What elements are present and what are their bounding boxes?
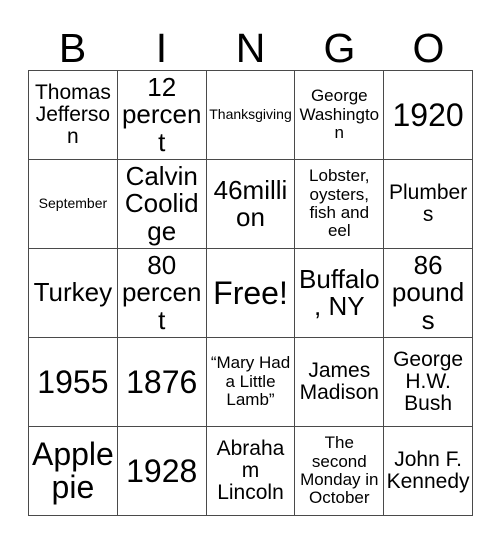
bingo-card: B I N G O Thomas Jefferson 12 percent Th… (28, 12, 473, 516)
bingo-cell-b4[interactable]: 1955 (29, 338, 118, 427)
bingo-cell-text: 1928 (126, 452, 198, 489)
bingo-cell-text: Abraham Lincoln (216, 436, 285, 505)
bingo-cell-text: 1920 (392, 96, 464, 133)
bingo-row: Thomas Jefferson 12 percent Thanksgiving… (29, 71, 473, 160)
bingo-cell-text: Calvin Coolidge (124, 161, 199, 246)
bingo-cell-i2[interactable]: Calvin Coolidge (117, 160, 207, 249)
bingo-cell-b2[interactable]: September (29, 160, 118, 249)
bingo-row: September Calvin Coolidge 46million Lobs… (29, 160, 473, 249)
bingo-header-letter-i: I (155, 25, 168, 71)
bingo-cell-text: 1955 (37, 363, 109, 400)
bingo-cell-text: The second Monday in October (300, 433, 379, 508)
bingo-row: Turkey 80 percent Free! Buffalo, NY 86 p… (29, 249, 473, 338)
bingo-cell-b5[interactable]: Apple pie (29, 427, 118, 516)
bingo-cell-text: Lobster, oysters, fish and eel (309, 166, 370, 241)
bingo-cell-g5[interactable]: The second Monday in October (295, 427, 385, 516)
bingo-cell-text: Thomas Jefferson (34, 80, 111, 149)
bingo-cell-o4[interactable]: George H.W. Bush (384, 338, 473, 427)
bingo-row: 1955 1876 “Mary Had a Little Lamb” James… (29, 338, 473, 427)
bingo-cell-text: Apple pie (31, 436, 114, 505)
bingo-cell-i3[interactable]: 80 percent (117, 249, 207, 338)
bingo-cell-g3[interactable]: Buffalo, NY (295, 249, 385, 338)
bingo-cell-i1[interactable]: 12 percent (117, 71, 207, 160)
bingo-cell-text: George H.W. Bush (393, 347, 464, 416)
bingo-cell-text: 1876 (126, 363, 198, 400)
bingo-header-letter-n: N (235, 25, 266, 71)
bingo-cell-text: John F. Kennedy (386, 447, 470, 493)
bingo-cell-text: 86 pounds (391, 250, 465, 335)
bingo-cell-g2[interactable]: Lobster, oysters, fish and eel (295, 160, 385, 249)
bingo-cell-text: James Madison (299, 358, 379, 404)
bingo-cell-text: September (38, 195, 108, 212)
bingo-header-letter-o: O (412, 25, 445, 71)
bingo-cell-n5[interactable]: Abraham Lincoln (206, 427, 296, 516)
bingo-cell-b1[interactable]: Thomas Jefferson (29, 71, 118, 160)
bingo-cell-text: 80 percent (121, 250, 202, 335)
bingo-cell-i4[interactable]: 1876 (117, 338, 207, 427)
bingo-row: Apple pie 1928 Abraham Lincoln The secon… (29, 427, 473, 516)
bingo-cell-i5[interactable]: 1928 (117, 427, 207, 516)
bingo-cell-o5[interactable]: John F. Kennedy (384, 427, 473, 516)
bingo-cell-text: “Mary Had a Little Lamb” (210, 353, 291, 410)
bingo-cell-text: Turkey (33, 277, 113, 308)
bingo-cell-n2[interactable]: 46million (206, 160, 296, 249)
bingo-cell-o2[interactable]: Plumbers (384, 160, 473, 249)
bingo-header-letter-g: G (323, 25, 356, 71)
bingo-cell-text: 12 percent (121, 72, 202, 157)
bingo-header-letter-b: B (58, 25, 87, 71)
bingo-cell-o1[interactable]: 1920 (384, 71, 473, 160)
bingo-cell-g1[interactable]: George Washington (295, 71, 385, 160)
bingo-cell-text: 46million (213, 174, 288, 232)
bingo-grid: Thomas Jefferson 12 percent Thanksgiving… (28, 70, 473, 516)
bingo-cell-text: Buffalo, NY (299, 263, 380, 321)
bingo-cell-o3[interactable]: 86 pounds (384, 249, 473, 338)
bingo-cell-text: Thanksgiving (209, 106, 292, 123)
bingo-cell-g4[interactable]: James Madison (295, 338, 385, 427)
bingo-header: B I N G O (28, 12, 473, 70)
bingo-cell-free-space[interactable]: Free! (206, 249, 296, 338)
bingo-cell-n1[interactable]: Thanksgiving (206, 71, 296, 160)
bingo-cell-text: Plumbers (388, 180, 468, 226)
bingo-cell-n4[interactable]: “Mary Had a Little Lamb” (206, 338, 296, 427)
bingo-cell-b3[interactable]: Turkey (29, 249, 118, 338)
bingo-cell-text: George Washington (299, 86, 380, 143)
bingo-free-space-label: Free! (213, 274, 288, 311)
